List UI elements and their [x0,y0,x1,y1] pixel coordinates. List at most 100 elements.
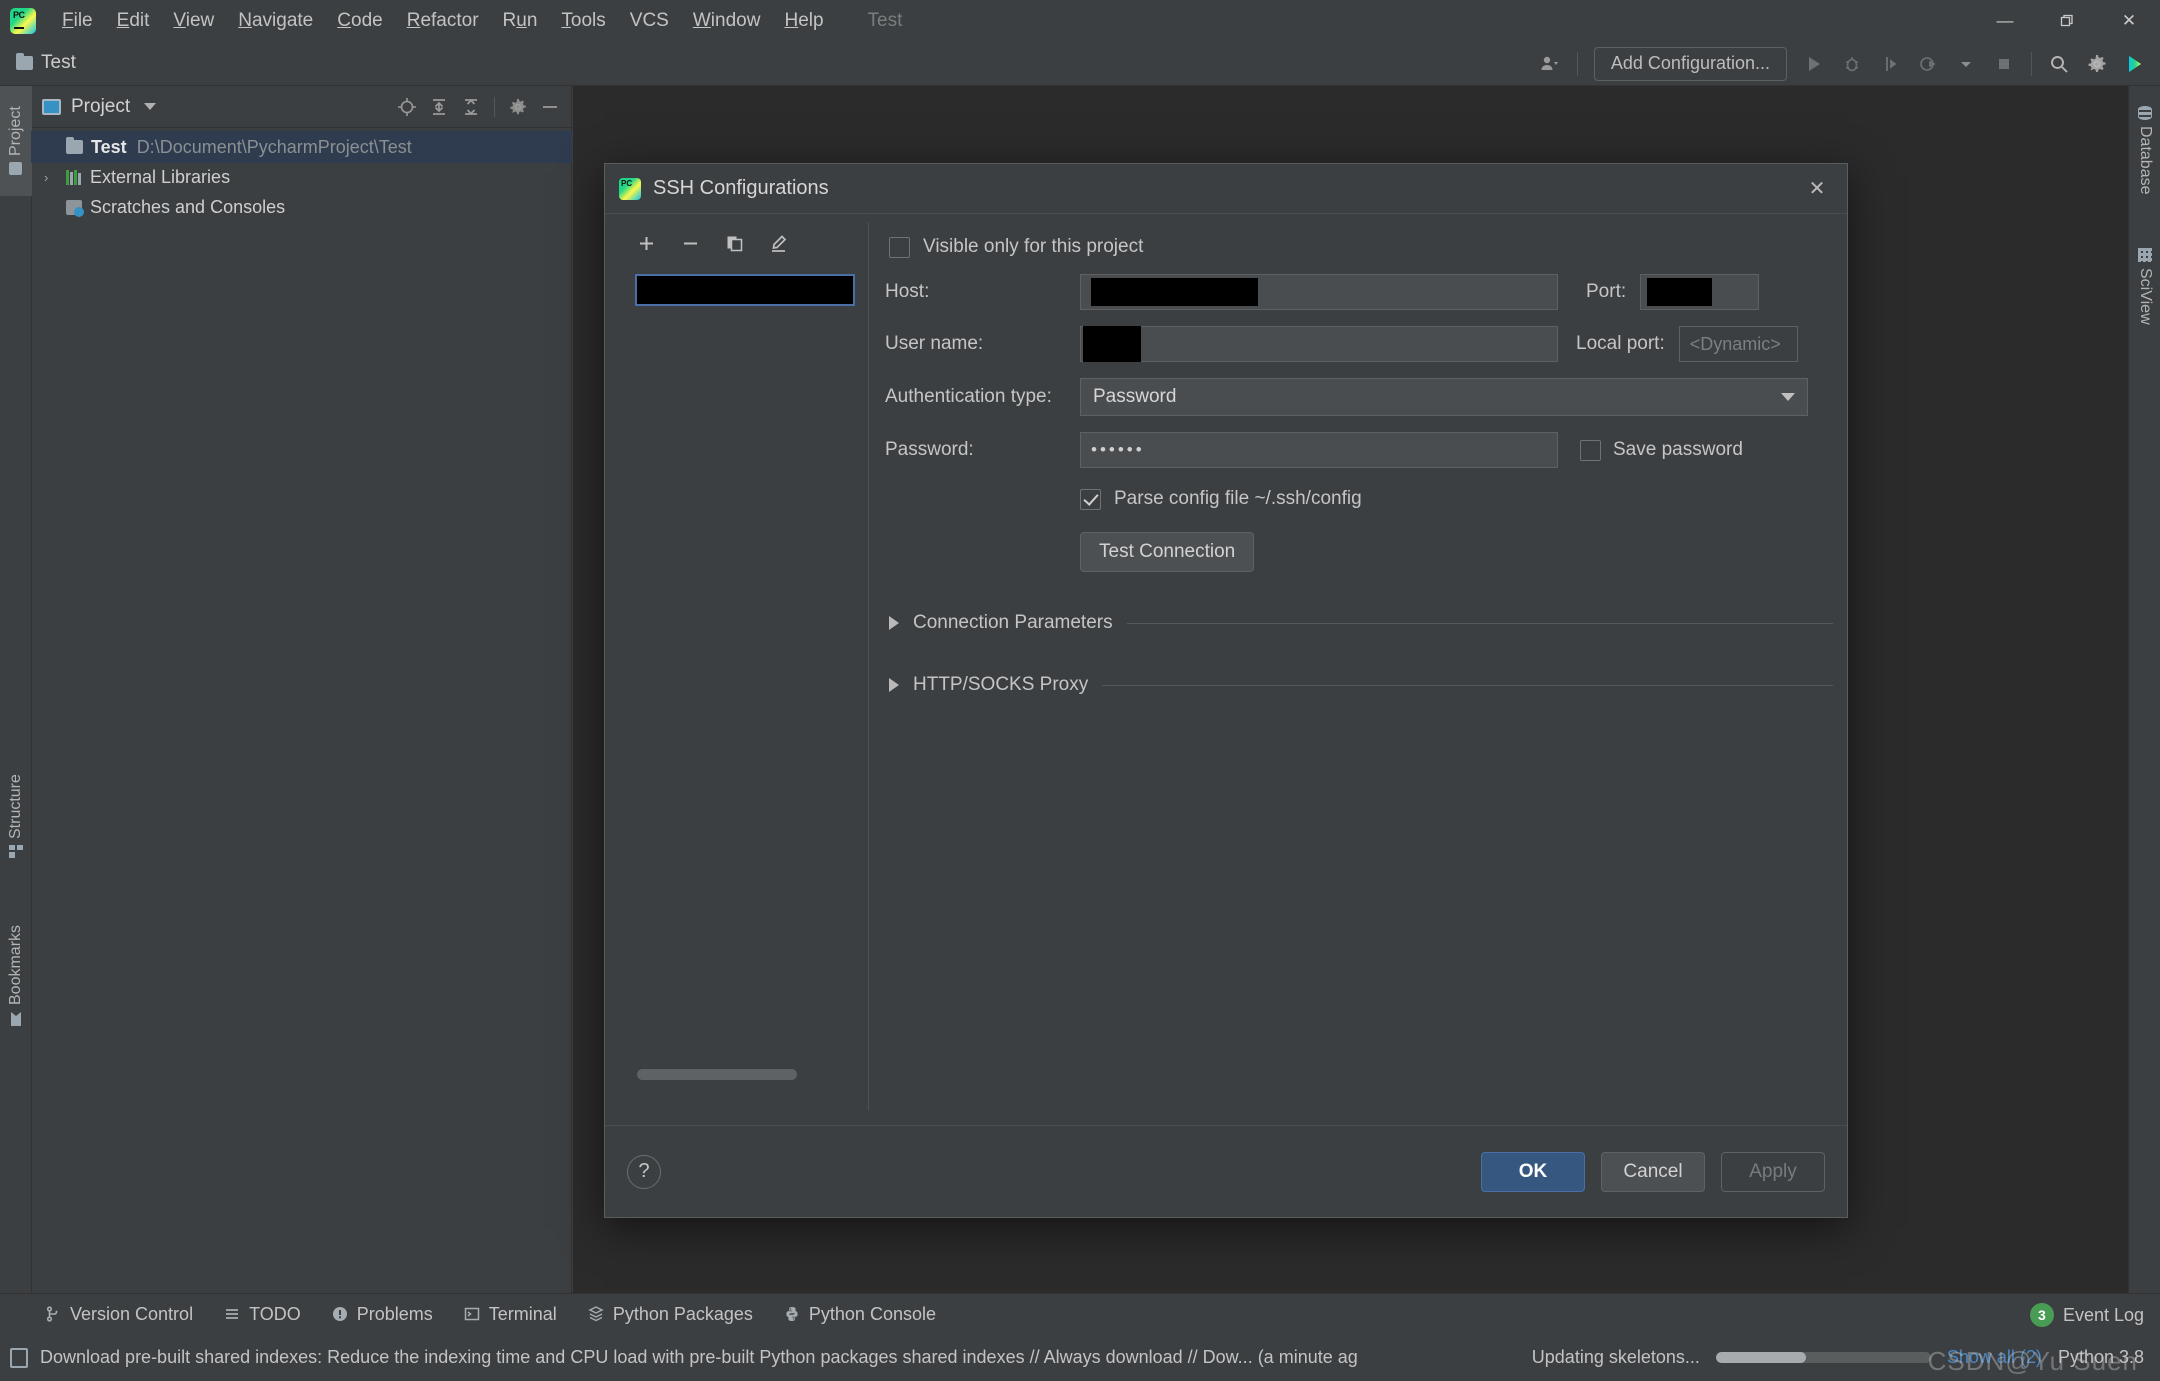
sidebar-item-project[interactable]: Project [0,86,32,196]
visible-only-row[interactable]: Visible only for this project [885,224,1833,258]
status-bar: Download pre-built shared indexes: Reduc… [0,1334,2160,1381]
menu-edit[interactable]: Edit [105,6,162,36]
dialog-action-buttons: OK Cancel Apply [1481,1152,1825,1192]
chevron-down-icon[interactable] [144,103,156,110]
copy-icon[interactable] [723,232,745,254]
menu-window[interactable]: Window [681,6,773,36]
gear-icon[interactable] [2080,47,2114,81]
ok-button[interactable]: OK [1481,1152,1585,1192]
section-divider [1127,623,1833,624]
section-connection-parameters[interactable]: Connection Parameters [889,612,1833,634]
pycharm-window: File Edit View Navigate Code Refactor Ru… [0,0,2160,1381]
menu-navigate[interactable]: Navigate [226,6,325,36]
edit-icon[interactable] [767,232,789,254]
show-all-link[interactable]: Show all (2) [1947,1347,2042,1368]
horizontal-scrollbar[interactable] [637,1069,850,1080]
section-label: HTTP/SOCKS Proxy [913,674,1088,696]
list-toolbar [619,222,868,262]
coverage-icon[interactable] [1873,47,1907,81]
auth-type-select[interactable]: Password [1080,378,1808,416]
bottom-label: Problems [357,1304,433,1325]
project-tool-window: Project [32,86,572,1321]
minimize-icon[interactable]: — [1974,0,2036,41]
menu-refactor[interactable]: Refactor [395,6,491,36]
section-http-socks-proxy[interactable]: HTTP/SOCKS Proxy [889,674,1833,696]
host-label: Host: [885,281,1080,303]
chevron-right-icon[interactable]: › [44,170,48,185]
test-connection-button[interactable]: Test Connection [1080,532,1254,572]
sidebar-item-bookmarks[interactable]: Bookmarks [0,896,32,1056]
project-panel-actions [396,96,561,118]
menu-bar: File Edit View Navigate Code Refactor Ru… [50,6,836,36]
bottom-item-todo[interactable]: TODO [223,1304,301,1325]
host-row: Host: Port: [885,274,1833,310]
bottom-item-python-console[interactable]: Python Console [783,1304,936,1325]
menu-run[interactable]: Run [491,6,550,36]
bottom-item-version-control[interactable]: Version Control [44,1304,193,1325]
bottom-item-problems[interactable]: Problems [331,1304,433,1325]
bottom-item-python-packages[interactable]: Python Packages [587,1304,753,1325]
tree-item-test[interactable]: Test D:\Document\PycharmProject\Test [32,132,571,162]
cancel-button[interactable]: Cancel [1601,1152,1705,1192]
profile-icon[interactable] [1911,47,1945,81]
event-log-button[interactable]: 3 Event Log [2030,1296,2144,1334]
scratches-icon [66,200,82,215]
username-input[interactable] [1080,326,1558,362]
local-port-input[interactable]: <Dynamic> [1679,326,1798,362]
breadcrumb[interactable]: Test [16,52,76,74]
tree-item-scratches[interactable]: Scratches and Consoles [32,192,571,222]
redacted-port-value [1647,278,1712,306]
expand-all-icon[interactable] [428,96,450,118]
ssh-config-list[interactable] [635,274,855,1064]
add-configuration-button[interactable]: Add Configuration... [1594,47,1787,81]
menu-file[interactable]: File [50,6,105,36]
menu-view[interactable]: View [161,6,226,36]
sidebar-item-sciview[interactable]: SciView [2129,226,2160,346]
password-input[interactable]: •••••• [1080,432,1558,468]
parse-config-row[interactable]: Parse config file ~/.ssh/config [1080,488,1833,510]
bottom-item-terminal[interactable]: Terminal [463,1304,557,1325]
menu-vcs[interactable]: VCS [618,6,681,36]
select-opened-file-icon[interactable] [396,96,418,118]
database-icon [2138,106,2152,120]
updates-icon[interactable] [2118,47,2152,81]
status-message[interactable]: Download pre-built shared indexes: Reduc… [40,1347,1358,1368]
user-icon[interactable] [1533,47,1567,81]
bottom-label: Version Control [70,1304,193,1325]
remove-icon[interactable] [679,232,701,254]
gear-icon[interactable] [507,96,529,118]
host-input[interactable] [1080,274,1558,310]
visible-only-checkbox[interactable] [889,237,910,258]
interpreter-label[interactable]: Python 3.8 [2058,1347,2144,1368]
add-icon[interactable] [635,232,657,254]
save-password-row[interactable]: Save password [1580,439,1743,461]
pycharm-logo-icon [619,178,641,200]
hide-panel-icon[interactable] [539,96,561,118]
tree-item-external-libraries[interactable]: › External Libraries [32,162,571,192]
menu-tools[interactable]: Tools [549,6,617,36]
search-icon[interactable] [2042,47,2076,81]
sidebar-item-structure[interactable]: Structure [0,746,32,886]
tree-item-name: External Libraries [90,167,230,188]
save-password-checkbox[interactable] [1580,440,1601,461]
toolbar-divider [1577,52,1578,76]
chevron-down-icon[interactable] [1949,47,1983,81]
close-icon[interactable]: ✕ [2098,0,2160,41]
port-input[interactable] [1640,274,1759,310]
debug-icon[interactable] [1835,47,1869,81]
run-toolbar: Add Configuration... [1533,41,2152,86]
run-icon[interactable] [1797,47,1831,81]
document-icon [10,1348,28,1368]
help-button[interactable]: ? [627,1155,661,1189]
collapse-all-icon[interactable] [460,96,482,118]
menu-help[interactable]: Help [772,6,835,36]
dialog-close-icon[interactable]: ✕ [1801,173,1833,205]
menu-code[interactable]: Code [325,6,394,36]
sidebar-item-database[interactable]: Database [2129,86,2160,214]
dialog-title: SSH Configurations [653,177,829,200]
stop-icon[interactable] [1987,47,2021,81]
parse-config-checkbox[interactable] [1080,489,1101,510]
bottom-label: Python Packages [613,1304,753,1325]
restore-icon[interactable] [2036,0,2098,41]
list-item[interactable] [635,274,855,306]
